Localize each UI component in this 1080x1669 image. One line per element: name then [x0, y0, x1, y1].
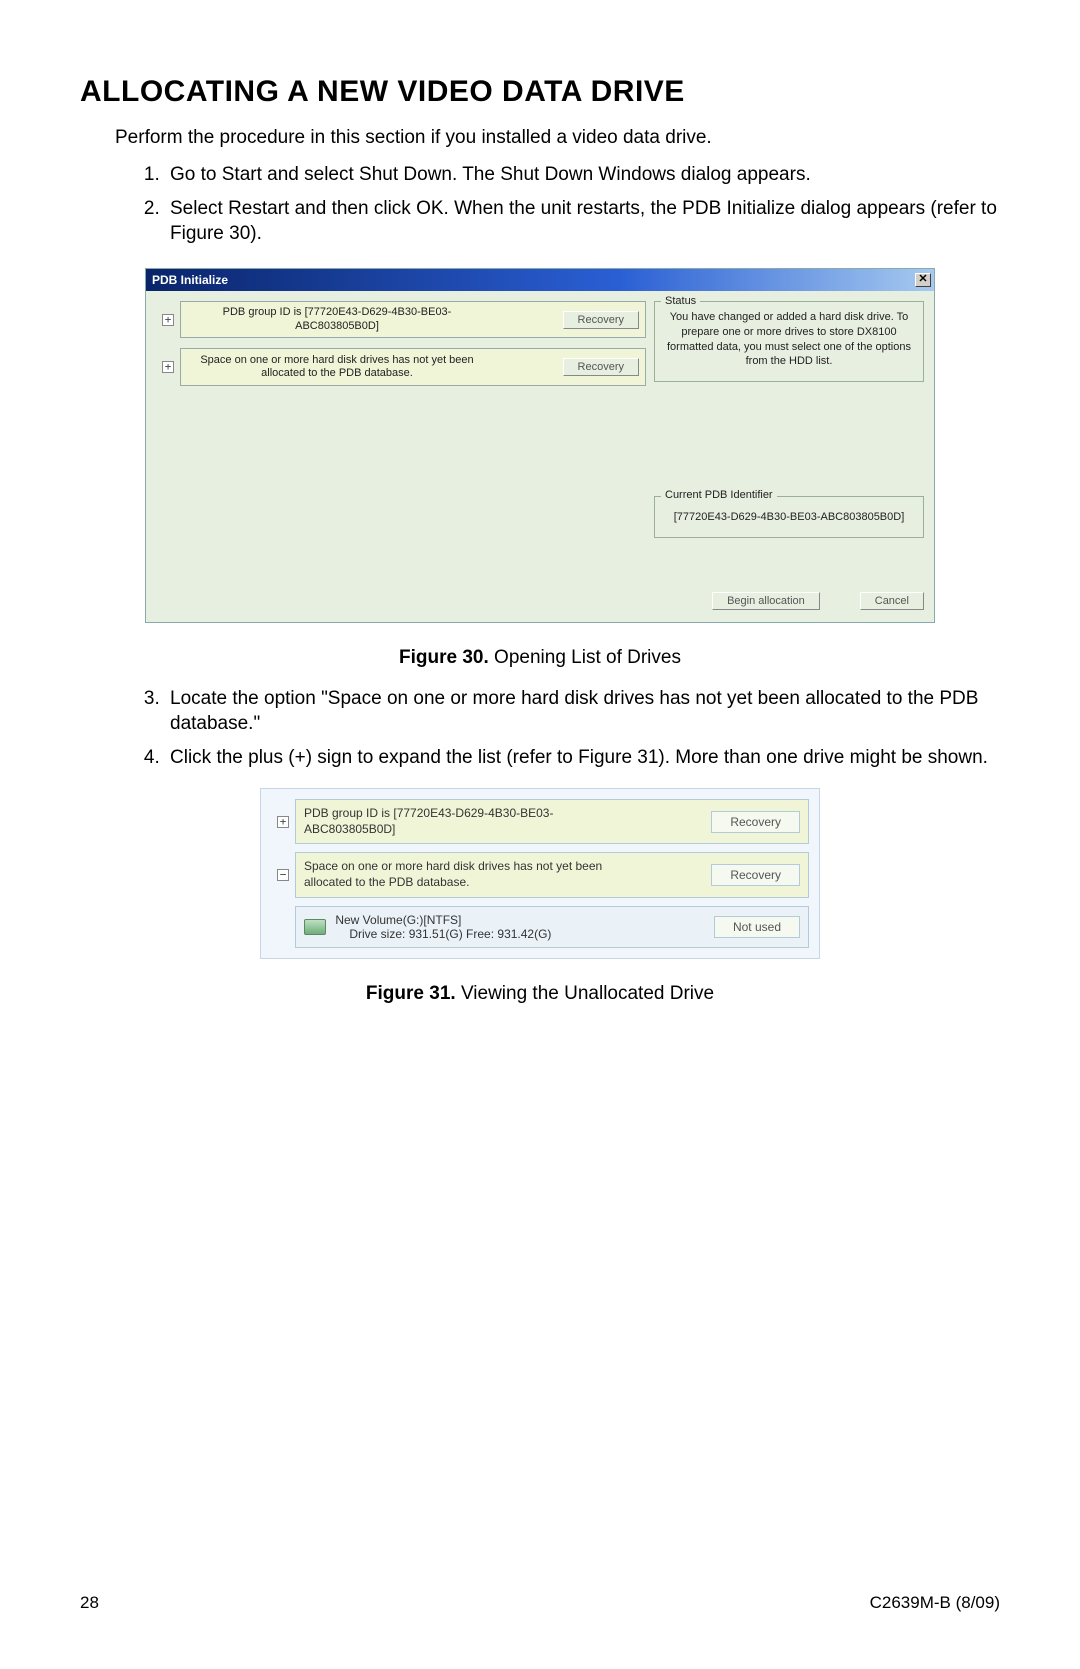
page-footer: 28 C2639M-B (8/09) — [80, 1593, 1000, 1613]
status-title: Status — [661, 294, 700, 309]
close-icon[interactable]: ✕ — [915, 273, 931, 287]
intro-text: Perform the procedure in this section if… — [115, 127, 1000, 149]
tree-row: − Space on one or more hard disk drives … — [271, 852, 809, 897]
status-groupbox: Status You have changed or added a hard … — [654, 301, 924, 382]
tree-item-label: Space on one or more hard disk drives ha… — [187, 354, 487, 382]
figure-30: PDB Initialize ✕ + PDB group ID is [7772… — [80, 268, 1000, 623]
step-3: Locate the option "Space on one or more … — [165, 687, 1000, 736]
page-title: ALLOCATING A NEW VIDEO DATA DRIVE — [80, 75, 1000, 109]
hdd-icon — [304, 919, 326, 935]
collapse-icon[interactable]: − — [277, 869, 289, 881]
drive-entry[interactable]: New Volume(G:)[NTFS] Drive size: 931.51(… — [295, 906, 809, 948]
recovery-button[interactable]: Recovery — [563, 311, 639, 329]
tree-item-pdb-group[interactable]: PDB group ID is [77720E43-D629-4B30-BE03… — [295, 799, 809, 844]
tree-item-label: PDB group ID is [77720E43-D629-4B30-BE03… — [187, 306, 487, 334]
step-4: Click the plus (+) sign to expand the li… — [165, 746, 1000, 770]
recovery-button[interactable]: Recovery — [563, 358, 639, 376]
begin-allocation-button[interactable]: Begin allocation — [712, 592, 820, 610]
pdb-id-value: [77720E43-D629-4B30-BE03-ABC803805B0D] — [674, 511, 905, 523]
expand-icon[interactable]: + — [162, 314, 174, 326]
tree-item-unallocated[interactable]: Space on one or more hard disk drives ha… — [180, 348, 646, 386]
cancel-button[interactable]: Cancel — [860, 592, 924, 610]
status-text: You have changed or added a hard disk dr… — [667, 311, 911, 368]
figure-31-caption: Figure 31. Viewing the Unallocated Drive — [80, 983, 1000, 1005]
expand-icon[interactable]: + — [162, 361, 174, 373]
steps-1-2: Go to Start and select Shut Down. The Sh… — [165, 163, 1000, 246]
tree-row: + Space on one or more hard disk drives … — [156, 348, 646, 386]
expand-icon[interactable]: + — [277, 816, 289, 828]
drive-size: Drive size: 931.51(G) Free: 931.42(G) — [335, 927, 551, 941]
step-2: Select Restart and then click OK. When t… — [165, 197, 1000, 246]
dialog-title: PDB Initialize — [152, 273, 228, 287]
drive-subrow: New Volume(G:)[NTFS] Drive size: 931.51(… — [295, 906, 809, 948]
tree-item-unallocated[interactable]: Space on one or more hard disk drives ha… — [295, 852, 809, 897]
pdb-id-title: Current PDB Identifier — [661, 489, 777, 501]
tree-item-pdb-group[interactable]: PDB group ID is [77720E43-D629-4B30-BE03… — [180, 301, 646, 339]
tree-item-label: PDB group ID is [77720E43-D629-4B30-BE03… — [304, 806, 634, 837]
figure-31-panel: + PDB group ID is [77720E43-D629-4B30-BE… — [260, 788, 820, 958]
drive-status: Not used — [714, 916, 800, 938]
page-number: 28 — [80, 1593, 99, 1613]
tree-row: + PDB group ID is [77720E43-D629-4B30-BE… — [156, 301, 646, 339]
figure-30-caption: Figure 30. Opening List of Drives — [80, 647, 1000, 669]
drive-name: New Volume(G:)[NTFS] — [335, 913, 461, 927]
drive-tree: + PDB group ID is [77720E43-D629-4B30-BE… — [156, 301, 646, 612]
dialog-titlebar: PDB Initialize ✕ — [146, 269, 934, 291]
recovery-button[interactable]: Recovery — [711, 864, 800, 886]
step-1: Go to Start and select Shut Down. The Sh… — [165, 163, 1000, 187]
recovery-button[interactable]: Recovery — [711, 811, 800, 833]
tree-item-label: Space on one or more hard disk drives ha… — [304, 859, 634, 890]
pdb-initialize-dialog: PDB Initialize ✕ + PDB group ID is [7772… — [145, 268, 935, 623]
steps-3-4: Locate the option "Space on one or more … — [165, 687, 1000, 770]
pdb-id-groupbox: Current PDB Identifier [77720E43-D629-4B… — [654, 496, 924, 538]
tree-row: + PDB group ID is [77720E43-D629-4B30-BE… — [271, 799, 809, 844]
doc-id: C2639M-B (8/09) — [870, 1593, 1000, 1613]
